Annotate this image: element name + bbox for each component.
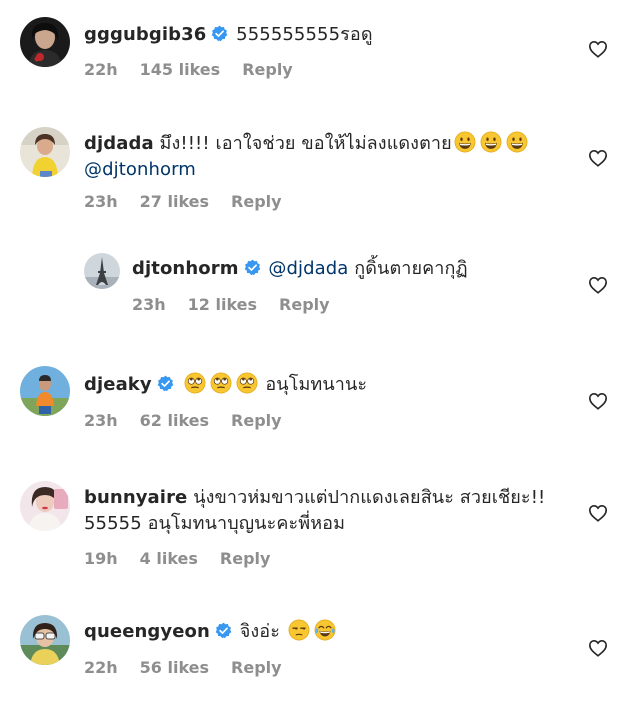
comment-text: มึง!!!! เอาใจช่วย ขอให้ไม่ลงแดงตาย (159, 133, 452, 154)
likes-count[interactable]: 62 likes (140, 411, 209, 430)
like-heart-icon[interactable] (588, 276, 608, 294)
comment-text-continued: 55555 อนุโมทนาบุญนะคะพี่หอม (84, 513, 346, 534)
timestamp[interactable]: 23h (132, 295, 166, 314)
reply-button[interactable]: Reply (231, 658, 282, 677)
timestamp[interactable]: 19h (84, 549, 118, 568)
reply-button[interactable]: Reply (231, 192, 282, 211)
comment-body: djdada มึง!!!! เอาใจช่วย ขอให้ไม่ลงแดงตา… (84, 131, 530, 183)
avatar[interactable] (20, 481, 70, 531)
like-heart-icon[interactable] (588, 40, 608, 58)
reply-button[interactable]: Reply (231, 411, 282, 430)
comment-text: นุ่งขาวห่มขาวแต่ปากแดงเลยสินะ สวยเชียะ!! (193, 487, 546, 508)
avatar[interactable] (20, 615, 70, 665)
comment-body: djeaky อนุโมทนานะ (84, 372, 367, 398)
reply-button[interactable]: Reply (279, 295, 330, 314)
grinning-face-emoji-icon (480, 131, 502, 153)
mention-link[interactable]: @djdada (268, 258, 348, 279)
eye-roll-emoji-icon (184, 372, 206, 394)
comment-text: กูดิ้นตายคากุฏิ (354, 258, 468, 279)
comment-meta: 23h 27 likes Reply (84, 192, 282, 211)
likes-count[interactable]: 56 likes (140, 658, 209, 677)
comment-meta: 22h 56 likes Reply (84, 658, 282, 677)
grinning-face-emoji-icon (454, 131, 476, 153)
comment-text: จิงอ่ะ (239, 621, 280, 642)
likes-count[interactable]: 4 likes (140, 549, 198, 568)
verified-badge-icon (215, 622, 232, 639)
timestamp[interactable]: 22h (84, 658, 118, 677)
avatar[interactable] (20, 17, 70, 67)
tears-of-joy-emoji-icon (314, 619, 336, 641)
grinning-face-emoji-icon (506, 131, 528, 153)
avatar[interactable] (84, 253, 120, 289)
comment-text: อนุโมทนานะ (265, 374, 368, 395)
comment-body: queengyeon จิงอ่ะ (84, 619, 338, 645)
avatar[interactable] (20, 127, 70, 177)
like-heart-icon[interactable] (588, 639, 608, 657)
reply-button[interactable]: Reply (220, 549, 271, 568)
avatar[interactable] (20, 366, 70, 416)
username[interactable]: djeaky (84, 374, 152, 395)
comment-body: djtonhorm @djdada กูดิ้นตายคากุฏิ (132, 256, 468, 282)
likes-count[interactable]: 145 likes (140, 60, 221, 79)
eye-roll-emoji-icon (236, 372, 258, 394)
username[interactable]: queengyeon (84, 621, 210, 642)
like-heart-icon[interactable] (588, 149, 608, 167)
username[interactable]: djdada (84, 133, 154, 154)
comment-body: bunnyaire นุ่งขาวห่มขาวแต่ปากแดงเลยสินะ … (84, 485, 545, 537)
timestamp[interactable]: 22h (84, 60, 118, 79)
reply-button[interactable]: Reply (242, 60, 293, 79)
verified-badge-icon (244, 259, 261, 276)
likes-count[interactable]: 27 likes (140, 192, 209, 211)
unamused-face-emoji-icon (288, 619, 310, 641)
mention-link[interactable]: @djtonhorm (84, 159, 196, 180)
verified-badge-icon (157, 375, 174, 392)
timestamp[interactable]: 23h (84, 411, 118, 430)
username[interactable]: bunnyaire (84, 487, 187, 508)
comment-meta: 23h 62 likes Reply (84, 411, 282, 430)
timestamp[interactable]: 23h (84, 192, 118, 211)
comment-meta: 19h 4 likes Reply (84, 549, 270, 568)
verified-badge-icon (211, 25, 228, 42)
eye-roll-emoji-icon (210, 372, 232, 394)
comment-text: 555555555รอดู (236, 24, 373, 45)
comment-meta: 23h 12 likes Reply (132, 295, 330, 314)
username[interactable]: djtonhorm (132, 258, 239, 279)
comment-body: gggubgib36 555555555รอดู (84, 22, 373, 48)
username[interactable]: gggubgib36 (84, 24, 206, 45)
likes-count[interactable]: 12 likes (188, 295, 257, 314)
comment-meta: 22h 145 likes Reply (84, 60, 293, 79)
like-heart-icon[interactable] (588, 504, 608, 522)
like-heart-icon[interactable] (588, 392, 608, 410)
